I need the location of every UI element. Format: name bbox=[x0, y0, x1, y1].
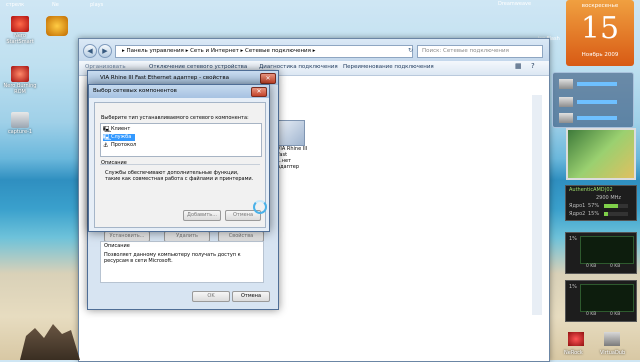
desktop-icon-nero-startsmart[interactable]: Nero StartSmart bbox=[2, 16, 38, 45]
address-field[interactable]: ▸ Панель управления ▸ Сеть и Интернет ▸ … bbox=[115, 45, 413, 58]
net-graph bbox=[580, 284, 634, 312]
adapter-sub: ...нет адаптер bbox=[277, 158, 300, 170]
dialog-title: Выбор сетевых компонентов bbox=[89, 85, 269, 98]
component-list[interactable]: 🖳 Клиент 🖳 Служба ⚓ Протокол bbox=[100, 123, 262, 157]
adapter-label[interactable]: VIA Rhine III Fast ...нет адаптер bbox=[277, 146, 313, 170]
address-bar-area: ◀ ▶ ▸ Панель управления ▸ Сеть и Интерне… bbox=[79, 39, 549, 61]
vertical-scrollbar[interactable] bbox=[532, 95, 542, 315]
list-item-label: Протокол bbox=[111, 142, 137, 148]
desktop-icon-label[interactable]: VirtuaDub bbox=[600, 350, 625, 356]
app-icon[interactable] bbox=[604, 332, 620, 346]
ok-button[interactable]: OK bbox=[192, 291, 230, 302]
net-kb: 0 KB bbox=[586, 312, 597, 317]
desktop-icon-label[interactable]: Dreamweave bbox=[498, 1, 531, 7]
busy-cursor-icon bbox=[253, 200, 267, 214]
drive-bar bbox=[577, 82, 617, 86]
calendar-weekday: воскресенье bbox=[581, 3, 619, 9]
select-component-dialog: Выбор сетевых компонентов ✕ Выберите тип… bbox=[88, 84, 270, 232]
core1-bar bbox=[604, 204, 628, 208]
view-icon[interactable]: ▦ bbox=[515, 62, 522, 70]
divider bbox=[100, 164, 260, 165]
drives-gadget[interactable] bbox=[552, 72, 634, 128]
description-text: Службы обеспечивают дополнительные функц… bbox=[105, 170, 254, 182]
core2-bar bbox=[604, 212, 628, 216]
net-percent: 1% bbox=[569, 284, 577, 290]
close-button[interactable]: ✕ bbox=[260, 73, 276, 84]
refresh-icon[interactable]: ↻ bbox=[408, 45, 415, 56]
desktop-icon-label[interactable]: NeRock bbox=[564, 350, 583, 356]
protocol-icon: ⚓ bbox=[103, 142, 109, 149]
drive-icon bbox=[559, 113, 573, 123]
desktop-icon-label: Nero StartSmart bbox=[6, 33, 34, 45]
desktop-icon-nero-burning-rom[interactable]: Nero Burning ROM bbox=[2, 66, 38, 95]
calendar-month-year: Ноябрь 2009 bbox=[581, 52, 619, 58]
list-item-label: Служба bbox=[111, 134, 132, 140]
list-item-client[interactable]: 🖳 Клиент bbox=[103, 126, 191, 133]
calendar-day: 15 bbox=[580, 11, 620, 46]
close-button[interactable]: ✕ bbox=[251, 87, 267, 97]
list-item-protocol[interactable]: ⚓ Протокол bbox=[103, 142, 191, 149]
cmd-rename[interactable]: Переименование подключения bbox=[343, 64, 434, 70]
drive-icon bbox=[559, 79, 573, 89]
net-percent: 1% bbox=[569, 236, 577, 242]
cancel-button[interactable]: Отмена bbox=[232, 291, 270, 302]
dialog-body: Выберите тип устанавливаемого сетевого к… bbox=[94, 102, 266, 228]
network-gadget[interactable]: 1% 0 KB 0 KB bbox=[565, 280, 637, 322]
prompt-text: Выберите тип устанавливаемого сетевого к… bbox=[101, 115, 249, 121]
core1-label: Ядро1 bbox=[569, 203, 586, 209]
desktop-top-label: plays bbox=[90, 2, 104, 8]
desktop-icon-label: Nero Burning ROM bbox=[3, 83, 37, 95]
list-item-label: Клиент bbox=[111, 126, 131, 132]
cpu-gadget[interactable]: AuthenticAMD|02 2900 MHz Ядро1 57% Ядро2… bbox=[565, 185, 637, 221]
net-kb: 0 KB bbox=[586, 264, 597, 269]
description-box: Описание Позволяет данному компьютеру по… bbox=[100, 241, 264, 283]
net-graph bbox=[580, 236, 634, 264]
add-button[interactable]: Добавить... bbox=[183, 210, 221, 221]
back-button[interactable]: ◀ bbox=[83, 44, 97, 58]
desktop-icon-label: capture-1 bbox=[7, 129, 33, 135]
nero-icon bbox=[11, 16, 29, 32]
picture-gadget[interactable] bbox=[566, 128, 636, 180]
desktop-icon-capture[interactable]: capture-1 bbox=[2, 112, 38, 135]
file-icon bbox=[11, 112, 29, 128]
search-input[interactable]: Поиск: Сетевые подключения bbox=[417, 45, 543, 58]
adapter-name: VIA Rhine III Fast bbox=[277, 146, 308, 158]
calendar-gadget[interactable]: воскресенье 15 Ноябрь 2009 bbox=[566, 0, 634, 66]
desktop-top-strip: стрелк Ne bbox=[0, 0, 80, 10]
desktop-top-label: стрелк bbox=[6, 2, 25, 8]
desktop-top-label: Ne bbox=[52, 2, 59, 8]
nero-icon bbox=[11, 66, 29, 82]
dialog-title: VIA Rhine III Fast Ethernet адаптер - св… bbox=[88, 71, 278, 85]
list-item-service[interactable]: 🖳 Служба bbox=[103, 134, 135, 141]
description-text: Позволяет данному компьютеру получать до… bbox=[104, 252, 241, 264]
forward-button[interactable]: ▶ bbox=[98, 44, 112, 58]
core1-percent: 57% bbox=[588, 203, 600, 209]
app-icon[interactable] bbox=[46, 16, 68, 36]
net-kb: 0 KB bbox=[610, 264, 621, 269]
cpu-mhz: 2900 MHz bbox=[596, 195, 622, 201]
drive-bar bbox=[577, 116, 617, 120]
cpu-name: AuthenticAMD|02 bbox=[569, 187, 613, 193]
drive-bar bbox=[577, 100, 617, 104]
client-icon: 🖳 bbox=[103, 126, 112, 133]
app-icon[interactable] bbox=[568, 332, 584, 346]
core2-percent: 15% bbox=[588, 211, 600, 217]
decorative-sculpture bbox=[20, 324, 80, 360]
core2-label: Ядро2 bbox=[569, 211, 586, 217]
description-label: Описание bbox=[104, 243, 130, 249]
network-gadget[interactable]: 1% 0 KB 0 KB bbox=[565, 232, 637, 274]
network-adapter-icon[interactable] bbox=[277, 120, 305, 146]
description-label: Описание bbox=[101, 160, 127, 166]
drive-icon bbox=[559, 97, 573, 107]
help-icon[interactable]: ? bbox=[531, 62, 535, 70]
net-kb: 0 KB bbox=[610, 312, 621, 317]
service-icon: 🖳 bbox=[103, 134, 112, 141]
